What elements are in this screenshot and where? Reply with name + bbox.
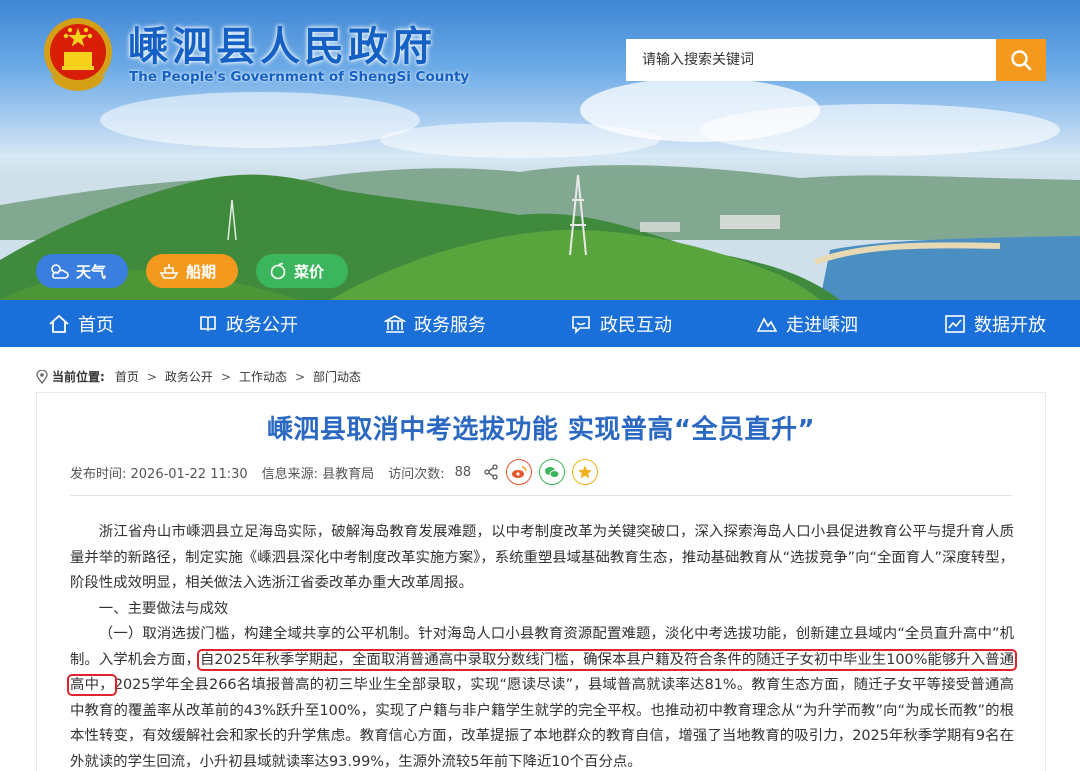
- breadcrumb: 当前位置: 首页 > 政务公开 > 工作动态 > 部门动态: [36, 368, 361, 385]
- quick-link-weather[interactable]: 天气: [36, 254, 128, 288]
- breadcrumb-item-gov-affairs[interactable]: 政务公开: [165, 368, 213, 385]
- article-content: 浙江省舟山市嵊泗县立足海岛实际，破解海岛教育发展难题，以中考制度改革为关键突破口…: [67, 520, 1017, 771]
- quick-link-label: 天气: [76, 262, 107, 281]
- weibo-icon: [512, 466, 527, 478]
- info-source: 信息来源: 县教育局: [261, 466, 375, 482]
- bank-icon: [384, 314, 406, 334]
- article-paragraph: （一）取消选拔门槛，构建全域共享的公平机制。针对海岛人口小县教育资源配置难题，淡…: [67, 622, 1017, 771]
- breadcrumb-item-home[interactable]: 首页: [115, 368, 139, 385]
- search-icon: [1011, 50, 1032, 71]
- nav-label: 政务公开: [226, 314, 298, 336]
- site-title: 嵊泗县人民政府: [128, 24, 436, 70]
- vegetable-icon: [268, 262, 288, 280]
- nav-label: 数据开放: [974, 314, 1046, 336]
- nav-item-interaction[interactable]: 政民互动: [570, 300, 672, 347]
- nav-item-gov-services[interactable]: 政务服务: [384, 300, 486, 347]
- site-subtitle: The People's Government of ShengSi Count…: [129, 69, 470, 85]
- quick-link-label: 菜价: [294, 262, 325, 281]
- header-banner: 嵊泗县人民政府 The People's Government of Sheng…: [0, 0, 1080, 300]
- national-emblem-icon: [44, 18, 112, 91]
- breadcrumb-label: 当前位置:: [52, 370, 105, 384]
- ship-icon: [158, 262, 180, 280]
- nav-item-about-shengsi[interactable]: 走进嵊泗: [756, 300, 858, 347]
- paragraph-text: 2025学年全县266名填报普高的初三毕业生全部录取，实现“愿读尽读”，县域普高…: [70, 677, 1014, 770]
- search-input[interactable]: [626, 39, 996, 81]
- visits-label: 访问次数:: [388, 466, 445, 482]
- chat-icon: [570, 314, 592, 334]
- article-paragraph: 浙江省舟山市嵊泗县立足海岛实际，破解海岛教育发展难题，以中考制度改革为关键突破口…: [70, 524, 1014, 591]
- mountain-icon: [756, 314, 778, 334]
- breadcrumb-item-dept-news[interactable]: 部门动态: [313, 368, 361, 385]
- chart-icon: [944, 314, 966, 334]
- nav-label: 首页: [78, 314, 114, 336]
- nav-item-open-data[interactable]: 数据开放: [944, 300, 1046, 347]
- quick-link-ship[interactable]: 船期: [146, 254, 238, 288]
- quick-link-label: 船期: [186, 262, 217, 281]
- article-title: 嵊泗县取消中考选拔功能 实现普高“全员直升”: [266, 415, 816, 445]
- nav-item-home[interactable]: 首页: [48, 300, 114, 347]
- search-button[interactable]: [996, 39, 1046, 81]
- location-pin-icon: [36, 369, 48, 384]
- main-nav: 首页 政务公开 政务服务 政民互动 走进嵊泗 数据开放: [0, 300, 1080, 347]
- wechat-share-button[interactable]: [539, 459, 566, 485]
- article-section-heading: 一、主要做法与成效: [98, 600, 229, 617]
- book-icon: [198, 314, 218, 334]
- meta-divider: [70, 495, 1012, 496]
- visits-count: 88: [454, 464, 472, 480]
- search-bar: [626, 39, 1046, 81]
- nav-item-gov-affairs[interactable]: 政务公开: [198, 300, 298, 347]
- wechat-icon: [545, 467, 560, 478]
- breadcrumb-item-work-news[interactable]: 工作动态: [239, 368, 287, 385]
- home-icon: [48, 314, 70, 334]
- article-meta: 发布时间: 2026-01-22 11:30 信息来源: 县教育局 访问次数: …: [70, 459, 599, 485]
- share-buttons: [483, 459, 599, 485]
- favorite-button[interactable]: [572, 459, 599, 485]
- nav-label: 政务服务: [414, 314, 486, 336]
- share-icon[interactable]: [483, 464, 499, 480]
- breadcrumb-separator: >: [146, 369, 157, 384]
- quick-link-vegetable[interactable]: 菜价: [256, 254, 348, 288]
- nav-label: 政民互动: [600, 314, 672, 336]
- breadcrumb-separator: >: [220, 369, 231, 384]
- nav-label: 走进嵊泗: [786, 314, 858, 336]
- weather-icon: [48, 262, 70, 280]
- weibo-share-button[interactable]: [506, 459, 533, 485]
- breadcrumb-separator: >: [294, 369, 306, 384]
- publish-time: 发布时间: 2026-01-22 11:30: [70, 466, 248, 482]
- star-icon: [578, 465, 593, 479]
